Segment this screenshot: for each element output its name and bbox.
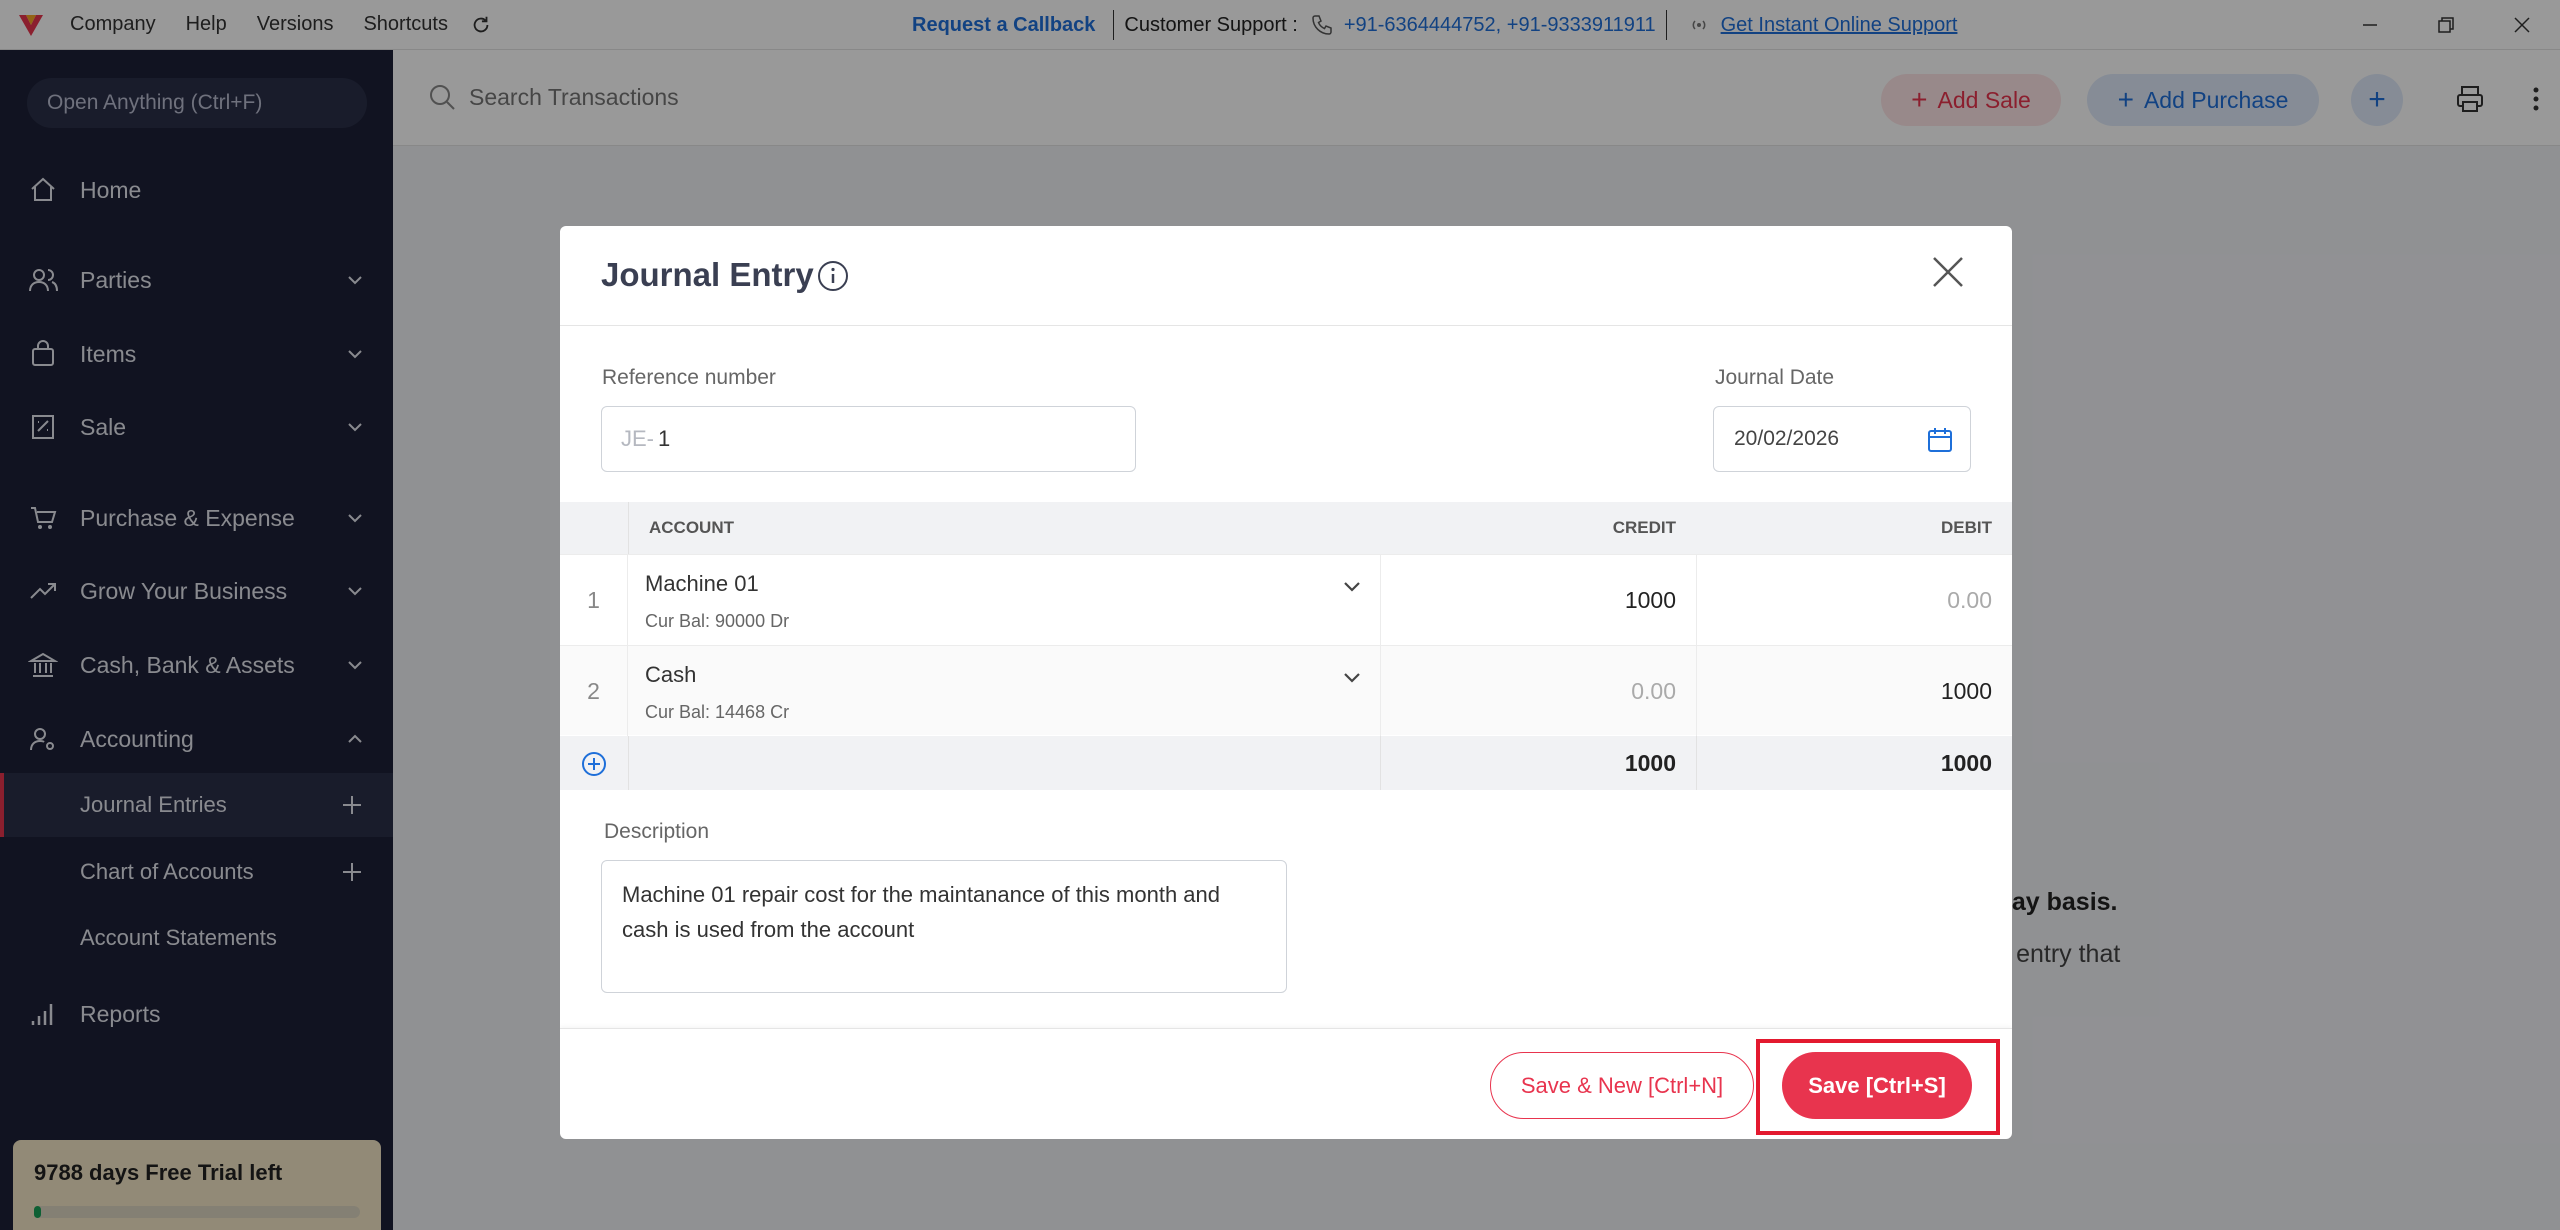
modal-title: Journal Entry [601, 256, 814, 293]
row-number: 2 [560, 646, 628, 736]
modal-footer: Save & New [Ctrl+N] Save [Ctrl+S] [560, 1028, 2012, 1139]
account-name[interactable]: Cash [645, 662, 696, 688]
reference-number-label: Reference number [602, 366, 776, 389]
journal-date-label: Journal Date [1715, 366, 1835, 389]
add-row-icon[interactable] [580, 750, 608, 778]
reference-prefix: JE- [621, 426, 654, 451]
reference-number-value: 1 [658, 426, 671, 451]
description-textarea[interactable]: Machine 01 repair cost for the maintanan… [601, 860, 1287, 993]
chevron-down-icon[interactable] [1340, 575, 1364, 599]
table-row: 2 Cash Cur Bal: 14468 Cr 0.00 1000 [560, 645, 2012, 736]
row-number: 1 [560, 555, 628, 645]
info-icon[interactable] [816, 259, 850, 293]
save-button[interactable]: Save [Ctrl+S] [1782, 1052, 1972, 1119]
debit-input[interactable]: 1000 [1696, 646, 2012, 736]
calendar-icon[interactable] [1926, 426, 1954, 454]
modal-header: Journal Entry [560, 226, 2012, 326]
debit-input[interactable]: 0.00 [1696, 555, 2012, 645]
account-balance: Cur Bal: 90000 Dr [645, 611, 790, 631]
column-header-debit: DEBIT [1941, 518, 1992, 537]
totals-row: 1000 1000 [560, 736, 2012, 790]
chevron-down-icon[interactable] [1340, 666, 1364, 690]
total-credit: 1000 [1624, 749, 1676, 776]
column-header-account: ACCOUNT [649, 518, 734, 537]
account-name[interactable]: Machine 01 [645, 571, 759, 597]
table-header: ACCOUNT CREDIT DEBIT [560, 502, 2012, 554]
credit-input[interactable]: 1000 [1380, 555, 1696, 645]
close-icon[interactable] [1928, 252, 1968, 292]
table-row: 1 Machine 01 Cur Bal: 90000 Dr 1000 0.00 [560, 554, 2012, 645]
total-debit: 1000 [1940, 749, 1992, 776]
column-header-credit: CREDIT [1612, 518, 1676, 537]
credit-input[interactable]: 0.00 [1380, 646, 1696, 736]
journal-date-field[interactable]: 20/02/2026 [1713, 406, 1971, 472]
description-label: Description [604, 820, 710, 843]
journal-date-value: 20/02/2026 [1734, 427, 1840, 450]
account-balance: Cur Bal: 14468 Cr [645, 702, 790, 722]
journal-entry-modal: Journal Entry Reference number JE- 1 Jou… [560, 226, 2012, 1139]
reference-number-field[interactable]: JE- 1 [601, 406, 1136, 472]
save-and-new-button[interactable]: Save & New [Ctrl+N] [1490, 1052, 1754, 1119]
